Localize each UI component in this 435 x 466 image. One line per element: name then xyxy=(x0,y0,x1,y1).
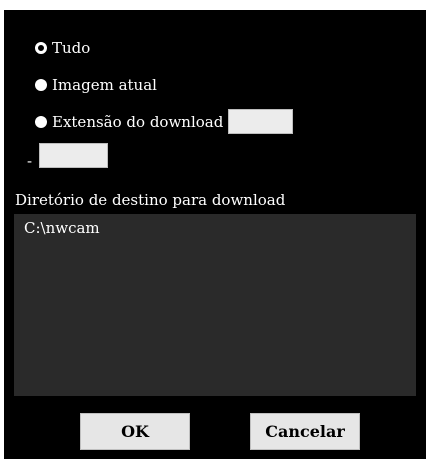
range-separator: - xyxy=(27,152,33,170)
range-start-field[interactable] xyxy=(228,109,294,134)
option-range[interactable]: Extensão do download xyxy=(35,109,294,134)
cancel-button[interactable]: Cancelar xyxy=(250,413,360,450)
option-all[interactable]: Tudo xyxy=(35,39,90,57)
radio-range[interactable] xyxy=(35,115,47,128)
directory-field[interactable]: C:\nwcam xyxy=(14,214,416,396)
ok-button[interactable]: OK xyxy=(80,413,190,450)
download-dialog: Tudo Imagem atual Extensão do download -… xyxy=(4,10,426,459)
option-range-label: Extensão do download xyxy=(52,112,224,131)
option-current-image-label: Imagem atual xyxy=(52,76,157,94)
directory-path: C:\nwcam xyxy=(24,219,100,237)
radio-current-image[interactable] xyxy=(35,79,47,91)
range-end-field[interactable] xyxy=(39,143,108,168)
directory-label: Diretório de destino para download xyxy=(15,191,286,209)
radio-all[interactable] xyxy=(35,42,47,54)
option-all-label: Tudo xyxy=(52,39,91,57)
option-current-image[interactable]: Imagem atual xyxy=(35,76,157,94)
